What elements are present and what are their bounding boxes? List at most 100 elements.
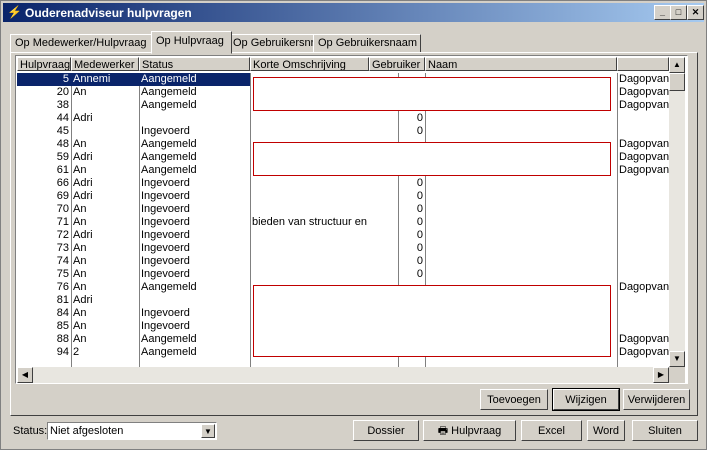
col-header-korte-omschrijving[interactable]: Korte Omschrijving — [250, 57, 369, 71]
cell-status: Aangemeld — [141, 346, 197, 358]
title-bar[interactable]: ⚡ Ouderenadviseur hulpvragen _ □ ✕ — [3, 3, 704, 22]
cell-hulpvraag: 74 — [56, 255, 69, 267]
cell-gebruiker: 0 — [416, 229, 423, 241]
printer-icon: 🖶 — [437, 425, 449, 437]
cell-medewerker: An — [73, 203, 87, 215]
cell-medewerker: Adri — [73, 112, 93, 124]
excel-button[interactable]: Excel — [521, 420, 582, 441]
cell-hulpvraag: 48 — [56, 138, 69, 150]
cell-omschrijving: bieden van structuur en — [252, 216, 367, 228]
table-row[interactable]: 45 Ingevoerd 0 — [17, 125, 667, 138]
chevron-down-icon[interactable]: ▼ — [201, 424, 215, 438]
scroll-right-button[interactable]: ▶ — [653, 367, 669, 383]
table-row[interactable]: 70 An Ingevoerd 0 — [17, 203, 667, 216]
table-row[interactable]: 69 Adri Ingevoerd 0 — [17, 190, 667, 203]
col-header-medewerker[interactable]: Medewerker — [71, 57, 139, 71]
cell-hulpvraag: 69 — [56, 190, 69, 202]
cell-extra — [617, 320, 669, 333]
cell-extra — [617, 112, 669, 125]
cell-extra — [617, 125, 669, 138]
cell-medewerker: An — [73, 320, 87, 332]
table-row[interactable]: 73 An Ingevoerd 0 — [17, 242, 667, 255]
cell-medewerker: Adri — [73, 294, 93, 306]
cell-hulpvraag: 73 — [56, 242, 69, 254]
cell-extra: Dagopvan — [619, 138, 669, 150]
table-row[interactable]: 75 An Ingevoerd 0 — [17, 268, 667, 281]
wijzigen-button[interactable]: Wijzigen — [552, 388, 620, 411]
tab-op-medewerker-hulpvraag[interactable]: Op Medewerker/Hulpvraag — [10, 34, 153, 53]
tab-op-hulpvraag[interactable]: Op Hulpvraag — [151, 31, 232, 54]
minimize-button[interactable]: _ — [654, 5, 671, 20]
cell-status: Aangemeld — [141, 138, 197, 150]
cell-hulpvraag: 76 — [56, 281, 69, 293]
scroll-left-button[interactable]: ◀ — [17, 367, 33, 383]
cell-hulpvraag: 70 — [56, 203, 69, 215]
tab-op-gebruikersnr[interactable]: Op Gebruikersnr — [228, 34, 316, 53]
cell-medewerker: An — [73, 255, 87, 267]
verwijderen-button[interactable]: Verwijderen — [623, 389, 690, 410]
tab-label: Op Hulpvraag — [156, 35, 224, 47]
cell-extra: Dagopvan — [619, 281, 669, 293]
table-row[interactable]: 44 Adri 0 — [17, 112, 667, 125]
vertical-scrollbar[interactable]: ▲ ▼ — [669, 57, 685, 367]
cell-medewerker — [71, 99, 139, 112]
cell-gebruiker: 0 — [416, 177, 423, 189]
maximize-button[interactable]: □ — [670, 5, 687, 20]
cell-status: Aangemeld — [141, 333, 197, 345]
col-header-hulpvraag[interactable]: Hulpvraag — [17, 57, 71, 71]
scroll-thumb[interactable] — [669, 73, 685, 91]
cell-status: Ingevoerd — [141, 229, 190, 241]
app-icon[interactable]: ⚡ — [7, 5, 22, 19]
cell-naam — [425, 112, 617, 125]
cell-extra — [617, 229, 669, 242]
dossier-button[interactable]: Dossier — [353, 420, 419, 441]
table-row[interactable]: 72 Adri Ingevoerd 0 — [17, 229, 667, 242]
cell-extra — [617, 190, 669, 203]
cell-omschrijving — [250, 177, 398, 190]
cell-medewerker: An — [73, 268, 87, 280]
cell-medewerker: Adri — [73, 229, 93, 241]
cell-status: Ingevoerd — [141, 125, 190, 137]
col-header-gebruiker[interactable]: Gebruiker — [369, 57, 425, 71]
toevoegen-button[interactable]: Toevoegen — [480, 389, 548, 410]
cell-omschrijving — [250, 125, 398, 138]
cell-extra — [617, 268, 669, 281]
cell-extra — [617, 294, 669, 307]
cell-medewerker: An — [73, 307, 87, 319]
cell-naam — [425, 216, 617, 229]
tab-op-gebruikersnaam[interactable]: Op Gebruikersnaam — [313, 34, 421, 53]
arrow-up-icon: ▲ — [673, 60, 681, 69]
hulpvraag-print-button[interactable]: 🖶 Hulpvraag — [423, 420, 516, 441]
col-header-extra[interactable] — [617, 57, 669, 71]
status-select[interactable]: Niet afgesloten ▼ — [47, 422, 217, 440]
cell-extra: Dagopvan — [619, 333, 669, 345]
cell-status: Ingevoerd — [141, 255, 190, 267]
cell-gebruiker: 0 — [416, 190, 423, 202]
col-header-naam[interactable]: Naam — [425, 57, 617, 71]
cell-gebruiker: 0 — [416, 255, 423, 267]
table-row[interactable]: 74 An Ingevoerd 0 — [17, 255, 667, 268]
scroll-up-button[interactable]: ▲ — [669, 57, 685, 73]
cell-gebruiker: 0 — [416, 268, 423, 280]
word-button[interactable]: Word — [587, 420, 625, 441]
close-button[interactable]: ✕ — [687, 5, 704, 20]
cell-hulpvraag: 38 — [56, 99, 69, 111]
horizontal-scrollbar[interactable]: ◀ ▶ — [17, 367, 669, 383]
sluiten-button[interactable]: Sluiten — [632, 420, 698, 441]
cell-status: Ingevoerd — [141, 216, 190, 228]
cell-gebruiker: 0 — [416, 112, 423, 124]
cell-medewerker: Adri — [73, 151, 93, 163]
table-row[interactable]: 66 Adri Ingevoerd 0 — [17, 177, 667, 190]
col-header-status[interactable]: Status — [139, 57, 250, 71]
hulpvraag-label: Hulpvraag — [451, 425, 502, 437]
cell-medewerker: Adri — [73, 177, 93, 189]
hulpvragen-grid[interactable]: Hulpvraag Medewerker Status Korte Omschr… — [15, 55, 688, 384]
tab-label: Op Medewerker/Hulpvraag — [15, 37, 147, 49]
cell-extra — [617, 242, 669, 255]
table-row[interactable]: 71 An Ingevoerd bieden van structuur en 0 — [17, 216, 667, 229]
cell-medewerker — [71, 125, 139, 138]
cell-extra — [617, 216, 669, 229]
cell-medewerker: 2 — [73, 346, 80, 358]
scroll-down-button[interactable]: ▼ — [669, 351, 685, 367]
cell-extra — [617, 307, 669, 320]
